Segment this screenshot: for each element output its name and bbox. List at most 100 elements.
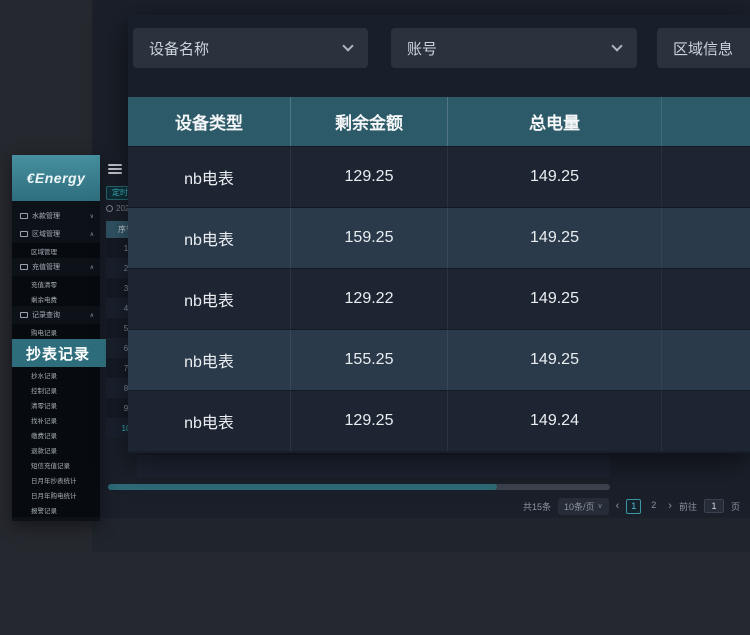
sidebar-item[interactable]: 短信充值记录 (12, 457, 100, 472)
region-icon (20, 231, 28, 237)
table-cell: nb电表 (128, 208, 291, 268)
recharge-icon (20, 264, 28, 270)
sidebar-item[interactable]: 找补记录 (12, 412, 100, 427)
chevron-down-icon (611, 40, 622, 51)
sidebar-item[interactable]: 控制记录 (12, 382, 100, 397)
sidebar-item-label: 找补记录 (31, 415, 57, 425)
table-cell: 159.25 (291, 208, 448, 268)
table-row: nb电表129.25149.24 (128, 390, 750, 451)
sidebar-item-label: 日月年抄表统计 (31, 475, 77, 485)
scrollbar-thumb[interactable] (108, 484, 497, 490)
table-cell: 149.25 (448, 208, 662, 268)
sidebar-item-active-meter-records[interactable]: 抄表记录 (12, 339, 106, 367)
sidebar-item[interactable]: 退款记录 (12, 442, 100, 457)
wallet-icon (20, 213, 28, 219)
sidebar-item[interactable]: 日月年抄表统计 (12, 472, 100, 487)
hamburger-icon (108, 164, 122, 174)
page-number-list: 12 (626, 499, 661, 514)
sidebar: €Energy 水款管理 ∨ 区域管理 ∧ 区域管理充值管理 ∧ 充值清零剩余电费记录查询 ∧… (12, 155, 100, 521)
prev-page-button[interactable]: ‹ (616, 501, 620, 511)
table-cell (662, 330, 750, 390)
table-cell: 129.22 (291, 269, 448, 329)
page-size-select[interactable]: 10条/页 ∨ (558, 498, 609, 515)
sidebar-item-label: 缴费记录 (31, 430, 57, 440)
sidebar-item[interactable]: 缴费记录 (12, 427, 100, 442)
chevron-up-icon: ∧ (90, 264, 94, 271)
table-cell: 149.24 (448, 391, 662, 451)
chevron-up-icon: ∧ (90, 312, 94, 319)
background-table-footer-area (137, 455, 610, 477)
sidebar-menu: 水款管理∨区域管理∧区域管理充值管理∧充值清零剩余电费记录查询∧购电记录抄表记录… (12, 201, 100, 517)
header-device-type: 设备类型 (128, 97, 291, 146)
table-cell: 149.25 (448, 147, 662, 207)
chevron-up-icon: ∧ (90, 231, 94, 238)
date-range-picker[interactable]: 202 (106, 202, 129, 215)
pagination-bar: 共15条 10条/页 ∨ ‹ 12 › 前往 1 页 (523, 496, 740, 516)
table-header-row: 设备类型 剩余金额 总电量 (128, 97, 750, 146)
sidebar-item-label: 区域管理 (32, 229, 60, 239)
sidebar-item-label: 短信充值记录 (31, 460, 70, 470)
goto-page-input[interactable]: 1 (704, 499, 724, 513)
sidebar-item-label: 抄水记录 (31, 370, 57, 380)
sidebar-item-label: 清零记录 (31, 400, 57, 410)
sidebar-item-label: 区域管理 (31, 246, 57, 256)
records-table: 设备类型 剩余金额 总电量 nb电表129.25149.25nb电表159.25… (128, 97, 750, 451)
horizontal-scrollbar[interactable] (108, 484, 610, 490)
table-cell: 149.25 (448, 269, 662, 329)
sidebar-item[interactable]: 购电记录 (12, 324, 100, 339)
next-page-button[interactable]: › (668, 501, 672, 511)
chevron-down-icon: ∨ (598, 502, 603, 510)
sidebar-item[interactable]: 充值管理 ∧ (12, 258, 100, 276)
sidebar-item[interactable]: 水款管理 ∨ (12, 207, 100, 225)
chevron-down-icon: ∨ (90, 213, 94, 220)
table-cell: nb电表 (128, 330, 291, 390)
page-footer-band (92, 518, 750, 552)
sidebar-item[interactable]: 记录查询 ∧ (12, 306, 100, 324)
table-row: nb电表155.25149.25 (128, 329, 750, 390)
sidebar-item-label: 水款管理 (32, 211, 60, 221)
table-row: nb电表159.25149.25 (128, 207, 750, 268)
table-row: nb电表129.22149.25 (128, 268, 750, 329)
clock-icon (106, 205, 113, 212)
app-logo: €Energy (12, 155, 100, 201)
table-row: nb电表129.25149.25 (128, 146, 750, 207)
records-icon (20, 312, 28, 318)
sidebar-item-label: 充值清零 (31, 279, 57, 289)
magnified-detail-panel: 设备名称 账号 区域信息 设备类型 剩余金额 总电量 nb电表129.25149… (128, 15, 750, 453)
sidebar-item[interactable]: 日月年购电统计 (12, 487, 100, 502)
sidebar-item-label: 充值管理 (32, 262, 60, 272)
chevron-down-icon (342, 40, 353, 51)
sidebar-item[interactable]: 剩余电费 (12, 291, 100, 306)
sidebar-collapse-button[interactable] (108, 164, 122, 175)
sidebar-item-label: 记录查询 (32, 310, 60, 320)
account-filter[interactable]: 账号 (391, 28, 637, 68)
sidebar-item[interactable]: 清零记录 (12, 397, 100, 412)
goto-suffix: 页 (731, 500, 740, 513)
sidebar-item[interactable]: 抄水记录 (12, 367, 100, 382)
table-cell (662, 269, 750, 329)
table-cell: 129.25 (291, 147, 448, 207)
table-cell: nb电表 (128, 391, 291, 451)
sidebar-item-label: 控制记录 (31, 385, 57, 395)
table-cell: nb电表 (128, 147, 291, 207)
table-cell (662, 208, 750, 268)
sidebar-item-label: 报警记录 (31, 505, 57, 515)
pagination-total: 共15条 (523, 500, 551, 513)
sidebar-item-label: 剩余电费 (31, 294, 57, 304)
device-name-filter[interactable]: 设备名称 (133, 28, 368, 68)
page-number-button[interactable]: 1 (626, 499, 641, 514)
header-remaining-amount: 剩余金额 (291, 97, 448, 146)
sidebar-item[interactable]: 报警记录 (12, 502, 100, 517)
table-cell (662, 147, 750, 207)
page-number-button[interactable]: 2 (646, 499, 661, 514)
goto-label: 前往 (679, 500, 697, 513)
sidebar-item-label: 日月年购电统计 (31, 490, 77, 500)
sidebar-item[interactable]: 区域管理 ∧ (12, 225, 100, 243)
sidebar-item[interactable]: 充值清零 (12, 276, 100, 291)
sidebar-item[interactable]: 区域管理 (12, 243, 100, 258)
table-cell: 149.25 (448, 330, 662, 390)
showcase-canvas: 定时抄表 202 序号 12345678910 共15条 10条/页 ∨ ‹ 1… (0, 0, 750, 635)
table-cell: 155.25 (291, 330, 448, 390)
region-filter[interactable]: 区域信息 (657, 28, 750, 68)
header-total-power: 总电量 (448, 97, 662, 146)
